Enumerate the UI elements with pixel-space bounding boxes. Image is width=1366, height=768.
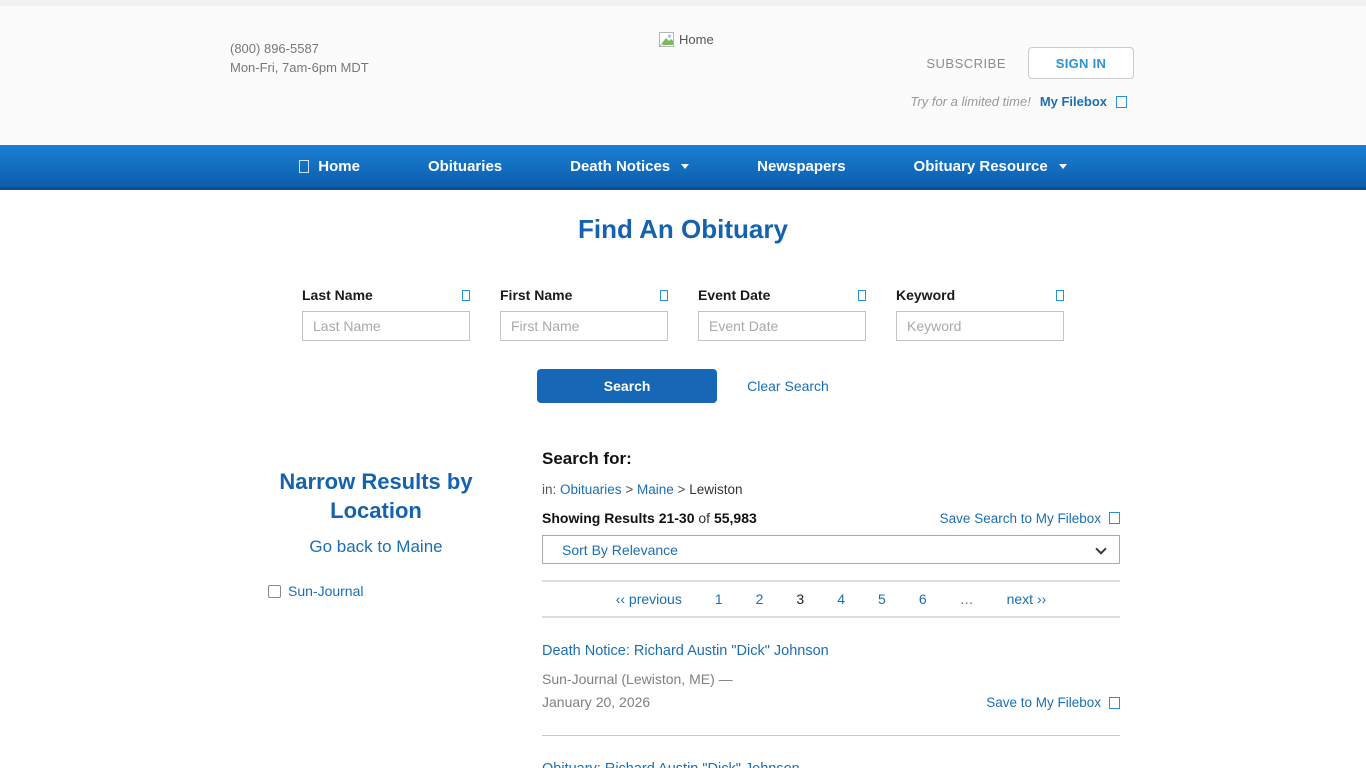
breadcrumb-separator: >: [678, 482, 686, 497]
pagination-page-1[interactable]: 1: [715, 591, 723, 607]
showing-label: Showing Results: [542, 510, 655, 526]
nav-item-newspapers[interactable]: Newspapers: [757, 158, 845, 175]
nav-death-notices-label: Death Notices: [570, 158, 670, 175]
contact-info: (800) 896-5587 Mon-Fri, 7am-6pm MDT: [230, 39, 369, 77]
showing-results-text: Showing Results 21-30 of 55,983: [542, 510, 757, 526]
keyword-label: Keyword: [896, 287, 955, 303]
results-heading: Search for:: [542, 449, 1120, 469]
last-name-field-group: Last Name: [302, 287, 470, 341]
promo-text: Try for a limited time!: [910, 94, 1030, 109]
nav-item-death-notices[interactable]: Death Notices: [570, 158, 689, 175]
filebox-icon: [1109, 697, 1120, 709]
chevron-down-icon: [1059, 164, 1067, 169]
sort-selected-option: Sort By Relevance: [562, 542, 678, 558]
pagination-ellipsis: …: [960, 591, 974, 607]
page-title: Find An Obituary: [0, 214, 1366, 245]
sun-journal-checkbox[interactable]: [268, 585, 281, 598]
save-to-filebox-link[interactable]: Save to My Filebox: [986, 691, 1120, 714]
sun-journal-link[interactable]: Sun-Journal: [288, 583, 364, 599]
pagination-page-6[interactable]: 6: [919, 591, 927, 607]
site-logo-link[interactable]: Home: [658, 32, 714, 48]
pagination-page-5[interactable]: 5: [878, 591, 886, 607]
help-icon[interactable]: [1056, 290, 1064, 301]
logo-alt-text: Home: [679, 32, 714, 47]
pagination-next-link[interactable]: next ››: [1007, 591, 1047, 607]
my-filebox-link[interactable]: My Filebox: [1040, 94, 1127, 109]
breadcrumb-current: Lewiston: [689, 482, 742, 497]
save-search-label: Save Search to My Filebox: [940, 511, 1101, 526]
result-source: Sun-Journal (Lewiston, ME) —: [542, 668, 1120, 691]
showing-of: of: [698, 510, 710, 526]
result-title-link[interactable]: Death Notice: Richard Austin "Dick" John…: [542, 643, 829, 659]
last-name-label: Last Name: [302, 287, 373, 303]
main-nav: Home Obituaries Death Notices Newspapers…: [0, 145, 1366, 190]
my-filebox-label: My Filebox: [1040, 94, 1107, 109]
sidebar-title: Narrow Results by Location: [246, 467, 506, 525]
result-item: Obituary: Richard Austin "Dick" Johnson: [542, 760, 1120, 768]
obituary-search-form: Last Name First Name Event Date Keyword: [302, 287, 1064, 341]
broken-image-icon: [658, 32, 678, 48]
filebox-icon: [1116, 96, 1127, 108]
search-button[interactable]: Search: [537, 369, 717, 403]
pagination-previous-link[interactable]: ‹‹ previous: [616, 591, 682, 607]
save-to-filebox-label: Save to My Filebox: [986, 691, 1101, 714]
event-date-field-group: Event Date: [698, 287, 866, 341]
sort-select[interactable]: Sort By Relevance: [542, 535, 1120, 564]
breadcrumb-prefix: in:: [542, 482, 556, 497]
nav-item-home[interactable]: Home: [299, 158, 360, 175]
event-date-input[interactable]: [698, 311, 866, 341]
help-icon[interactable]: [660, 290, 668, 301]
first-name-input[interactable]: [500, 311, 668, 341]
pagination-page-2[interactable]: 2: [756, 591, 764, 607]
breadcrumb-obituaries-link[interactable]: Obituaries: [560, 482, 622, 497]
keyword-input[interactable]: [896, 311, 1064, 341]
breadcrumb-maine-link[interactable]: Maine: [637, 482, 674, 497]
sign-in-button[interactable]: SIGN IN: [1028, 47, 1134, 79]
subscribe-link[interactable]: SUBSCRIBE: [926, 56, 1006, 71]
phone-number: (800) 896-5587: [230, 39, 369, 58]
nav-home-label: Home: [318, 158, 360, 175]
filter-row: Sun-Journal: [268, 583, 506, 599]
nav-obituary-resource-label: Obituary Resource: [914, 158, 1048, 175]
first-name-label: First Name: [500, 287, 572, 303]
chevron-down-icon: [681, 164, 689, 169]
result-item: Death Notice: Richard Austin "Dick" John…: [542, 642, 1120, 736]
breadcrumb: in: Obituaries > Maine > Lewiston: [542, 482, 1120, 497]
clear-search-link[interactable]: Clear Search: [747, 378, 829, 394]
help-icon[interactable]: [858, 290, 866, 301]
nav-newspapers-label: Newspapers: [757, 158, 845, 175]
save-search-link[interactable]: Save Search to My Filebox: [940, 511, 1120, 526]
breadcrumb-separator: >: [625, 482, 633, 497]
go-back-link[interactable]: Go back to Maine: [246, 537, 506, 557]
pagination: ‹‹ previous 1 2 3 4 5 6 … next ››: [542, 580, 1120, 618]
site-header: (800) 896-5587 Mon-Fri, 7am-6pm MDT Home…: [0, 0, 1366, 145]
event-date-label: Event Date: [698, 287, 770, 303]
showing-total: 55,983: [714, 510, 757, 526]
last-name-input[interactable]: [302, 311, 470, 341]
result-date: January 20, 2026: [542, 691, 650, 714]
home-icon: [299, 160, 309, 173]
result-title-link[interactable]: Obituary: Richard Austin "Dick" Johnson: [542, 761, 800, 768]
nav-item-obituary-resource[interactable]: Obituary Resource: [914, 158, 1067, 175]
showing-range: 21-30: [659, 510, 695, 526]
keyword-field-group: Keyword: [896, 287, 1064, 341]
phone-hours: Mon-Fri, 7am-6pm MDT: [230, 58, 369, 77]
first-name-field-group: First Name: [500, 287, 668, 341]
search-results: Search for: in: Obituaries > Maine > Lew…: [542, 449, 1120, 768]
pagination-page-4[interactable]: 4: [837, 591, 845, 607]
pagination-current-page: 3: [796, 591, 804, 607]
filebox-icon: [1109, 512, 1120, 524]
nav-item-obituaries[interactable]: Obituaries: [428, 158, 502, 175]
nav-obituaries-label: Obituaries: [428, 158, 502, 175]
chevron-down-icon: [1095, 543, 1106, 554]
location-sidebar: Narrow Results by Location Go back to Ma…: [246, 449, 506, 768]
help-icon[interactable]: [462, 290, 470, 301]
